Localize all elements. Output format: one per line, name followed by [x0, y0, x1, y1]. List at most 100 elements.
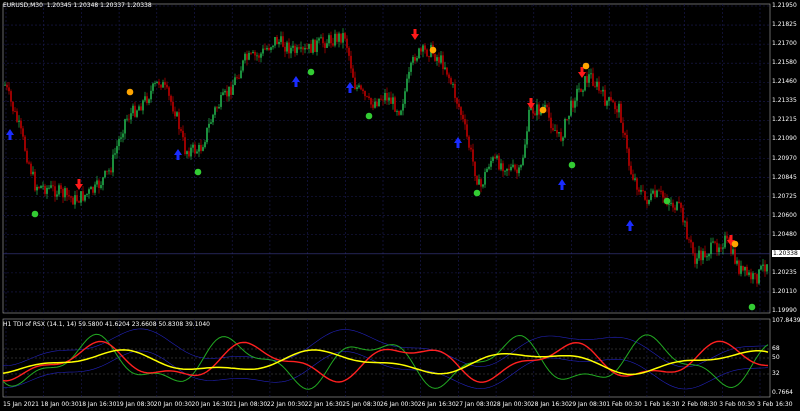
candle-body — [654, 190, 656, 197]
candle-body — [334, 33, 336, 46]
candle-body — [370, 97, 372, 105]
candle-body — [412, 57, 414, 63]
candle-body — [468, 136, 470, 148]
candle-body — [178, 112, 180, 130]
sell-signal-dot — [429, 46, 437, 54]
candle-body — [512, 164, 514, 167]
candle-body — [588, 74, 590, 83]
candle-body — [756, 274, 758, 284]
candle-body — [358, 85, 360, 88]
candle-body — [716, 242, 718, 253]
candle-body — [306, 48, 308, 49]
current-price-label: 1.20338 — [772, 249, 800, 257]
candle-body — [388, 97, 390, 101]
candle-body — [260, 53, 262, 58]
candle-body — [364, 91, 366, 97]
candle-body — [394, 97, 396, 112]
candle-body — [486, 168, 488, 173]
candle-body — [508, 168, 510, 171]
candle-body — [188, 151, 190, 157]
time-tick-label: 26 Jan 16:30 — [417, 401, 456, 408]
candle-body — [436, 57, 438, 61]
candle-body — [644, 190, 646, 200]
candle-body — [94, 184, 96, 193]
indicator-header: H1 TDI of RSX (14.1, 14) 59.5800 41.6204… — [3, 321, 210, 328]
candle-body — [710, 242, 712, 255]
candle-body — [346, 38, 348, 48]
candle-body — [274, 36, 276, 46]
candle-body — [752, 273, 754, 280]
sell-signal-dot — [731, 240, 739, 248]
candle-body — [742, 265, 744, 271]
candle-body — [144, 96, 146, 101]
candle-body — [596, 81, 598, 87]
time-tick-label: 22 Jan 16:30 — [304, 401, 343, 408]
candle-body — [142, 100, 144, 111]
time-tick-label: 29 Jan 08:30 — [568, 401, 607, 408]
candle-body — [400, 110, 402, 115]
candle-body — [354, 77, 356, 90]
candle-body — [642, 190, 644, 191]
candle-body — [498, 155, 500, 170]
candle-body — [760, 265, 762, 270]
candle-body — [376, 101, 378, 107]
time-tick-label: 3 Feb 16:30 — [757, 401, 793, 408]
candle-body — [52, 185, 54, 187]
candle-body — [92, 186, 94, 193]
price-tick-label: 1.20970 — [772, 154, 797, 162]
candle-body — [256, 55, 258, 57]
candle-body — [168, 87, 170, 96]
candle-body — [762, 264, 764, 266]
candle-body — [688, 239, 690, 241]
candle-body — [442, 55, 444, 70]
candle-body — [286, 42, 288, 52]
buy-arrow-icon — [346, 82, 354, 93]
candle-body — [676, 201, 678, 210]
candle-body — [602, 89, 604, 92]
candle-body — [100, 185, 102, 189]
candle-body — [226, 90, 228, 97]
candle-body — [410, 62, 412, 72]
candle-body — [24, 136, 26, 151]
candle-body — [378, 98, 380, 107]
candle-body — [758, 269, 760, 284]
candle-body — [672, 202, 674, 208]
candle-body — [704, 251, 706, 258]
candle-body — [252, 51, 254, 54]
candle-body — [554, 130, 556, 131]
candle-body — [126, 118, 128, 120]
candle-body — [114, 153, 116, 155]
price-chart[interactable] — [0, 0, 800, 411]
candle-body — [336, 33, 338, 42]
buy-signal-dot — [568, 161, 576, 169]
candle-body — [732, 249, 734, 254]
candle-body — [586, 76, 588, 83]
candle-body — [70, 196, 72, 198]
sell-arrow-icon — [75, 179, 83, 190]
candle-body — [724, 235, 726, 248]
time-tick-label: 1 Feb 16:30 — [643, 401, 680, 408]
indicator-tick-label: 50 — [772, 354, 780, 361]
candle-body — [264, 48, 266, 50]
candle-body — [106, 170, 108, 172]
candle-body — [490, 160, 492, 167]
candle-body — [404, 91, 406, 104]
candle-body — [338, 33, 340, 42]
candle-body — [448, 74, 450, 79]
candle-body — [78, 201, 80, 203]
candle-body — [500, 163, 502, 170]
candle-body — [282, 36, 284, 47]
candle-body — [372, 104, 374, 108]
price-tick-label: 1.21700 — [772, 40, 797, 48]
candle-body — [510, 166, 512, 171]
candle-body — [152, 83, 154, 91]
candle-body — [4, 84, 6, 86]
candle-body — [222, 92, 224, 96]
candle-body — [82, 191, 84, 201]
candle-body — [296, 47, 298, 53]
buy-arrow-icon — [6, 129, 14, 140]
candle-body — [482, 184, 484, 187]
candle-body — [492, 157, 494, 161]
buy-signal-dot — [748, 303, 756, 311]
candle-body — [718, 247, 720, 253]
